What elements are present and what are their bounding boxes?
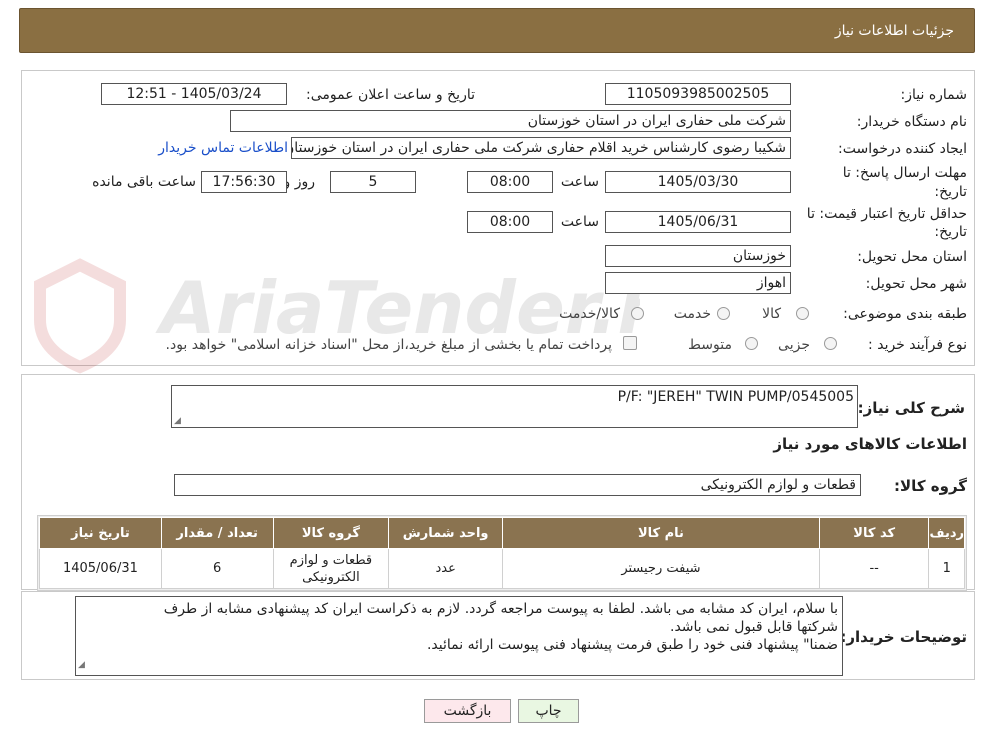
city-field: اهواز (605, 272, 791, 294)
page-title: جزئیات اطلاعات نیاز (834, 23, 954, 39)
buyer-contact-link[interactable]: اطلاعات تماس خریدار (158, 140, 288, 156)
goods-section-title: اطلاعات کالاهای مورد نیاز (773, 435, 967, 453)
col-need-date: تاریخ نیاز (39, 517, 162, 549)
summary-text: P/F: "JEREH" TWIN PUMP/0545005 (617, 389, 854, 405)
category-goods-radio[interactable] (796, 307, 809, 320)
buyer-org-label: نام دستگاه خریدار: (856, 114, 967, 130)
days-remaining-field: 5 (330, 171, 416, 193)
goods-table: ردیف کد کالا نام کالا واحد شمارش گروه کا… (39, 517, 965, 589)
cell-goods-code: -- (818, 548, 930, 589)
deadline-time-label: ساعت (560, 174, 599, 190)
validity-time-field: 08:00 (467, 211, 553, 233)
validity-time-label: ساعت (560, 214, 599, 230)
process-partial-label: جزیی (778, 337, 810, 353)
cell-quantity: 6 (160, 548, 274, 589)
table-header-row: ردیف کد کالا نام کالا واحد شمارش گروه کا… (39, 517, 965, 549)
page-header: جزئیات اطلاعات نیاز (19, 8, 975, 53)
goods-group-field: قطعات و لوازم الکترونیکی (174, 474, 861, 496)
requester-label: ایجاد کننده درخواست: (838, 141, 967, 157)
category-goods-service-radio[interactable] (631, 307, 644, 320)
remaining-time-label: ساعت باقی مانده (92, 174, 196, 190)
col-row-number: ردیف (928, 517, 965, 549)
cell-unit: عدد (388, 548, 504, 589)
buyer-notes-textarea[interactable]: با سلام، ایران کد مشابه می باشد. لطفا به… (75, 596, 843, 676)
category-label: طبقه بندی موضوعی: (843, 306, 967, 322)
treasury-payment-text: پرداخت تمام یا بخشی از مبلغ خرید،از محل … (165, 337, 612, 353)
need-number-field: 1105093985002505 (605, 83, 791, 105)
validity-label: حداقل تاریخ اعتبار قیمت: تا (806, 206, 967, 222)
province-field: خوزستان (605, 245, 791, 267)
process-type-label: نوع فرآیند خرید : (868, 337, 967, 353)
city-label: شهر محل تحویل: (865, 276, 967, 292)
table-row: 1 -- شیفت رجیستر عدد قطعات و لوازم الکتر… (39, 548, 965, 589)
remaining-time-field: 17:56:30 (201, 171, 287, 193)
process-medium-radio[interactable] (745, 337, 758, 350)
cell-goods-name: شیفت رجیستر (502, 548, 820, 589)
process-medium-label: متوسط (688, 337, 732, 353)
requester-field: شکیبا رضوی کارشناس خرید اقلام حفاری شرکت… (291, 137, 791, 159)
buyer-notes-label: توضیحات خریدار: (840, 628, 967, 646)
buyer-notes-line: با سلام، ایران کد مشابه می باشد. لطفا به… (163, 601, 838, 617)
summary-textarea[interactable]: P/F: "JEREH" TWIN PUMP/0545005 ◢ (171, 385, 858, 428)
category-goods-service-label: کالا/خدمت (559, 306, 620, 322)
col-unit: واحد شمارش (388, 517, 504, 549)
goods-group-label: گروه کالا: (894, 477, 967, 495)
category-goods-label: کالا (762, 306, 781, 322)
category-service-radio[interactable] (717, 307, 730, 320)
cell-need-date: 1405/06/31 (39, 548, 162, 589)
deadline-label: مهلت ارسال پاسخ: تا (842, 165, 967, 181)
resize-grip-icon[interactable]: ◢ (78, 656, 85, 674)
announce-datetime-field: 1405/03/24 - 12:51 (101, 83, 287, 105)
col-goods-group: گروه کالا (272, 517, 390, 549)
deadline-date-field: 1405/03/30 (605, 171, 791, 193)
buyer-notes-line: شرکتها قابل قبول نمی باشد. (670, 619, 838, 635)
need-number-label: شماره نیاز: (900, 87, 968, 103)
cell-goods-group: قطعات و لوازم الکترونیکی (272, 548, 390, 589)
summary-label: شرح کلی نیاز: (857, 399, 965, 417)
col-goods-name: نام کالا (502, 517, 820, 549)
col-quantity: تعداد / مقدار (160, 517, 274, 549)
announce-label: تاریخ و ساعت اعلان عمومی: (306, 87, 475, 103)
days-label: روز و (283, 174, 316, 190)
process-partial-radio[interactable] (824, 337, 837, 350)
validity-label-date: تاریخ: (934, 224, 967, 240)
back-button[interactable]: بازگشت (424, 699, 511, 723)
col-goods-code: کد کالا (818, 517, 930, 549)
category-service-label: خدمت (673, 306, 711, 322)
deadline-time-field: 08:00 (467, 171, 553, 193)
resize-grip-icon[interactable]: ◢ (174, 416, 181, 426)
buyer-org-field: شرکت ملی حفاری ایران در استان خوزستان (230, 110, 791, 132)
print-button[interactable]: چاپ (518, 699, 579, 723)
validity-date-field: 1405/06/31 (605, 211, 791, 233)
cell-row-number: 1 (928, 548, 965, 589)
treasury-payment-checkbox[interactable] (623, 336, 637, 350)
deadline-label-date: تاریخ: (934, 184, 967, 200)
province-label: استان محل تحویل: (857, 249, 967, 265)
buyer-notes-line: ضمنا" پیشنهاد فنی خود را طبق فرمت پیشنها… (426, 637, 838, 653)
